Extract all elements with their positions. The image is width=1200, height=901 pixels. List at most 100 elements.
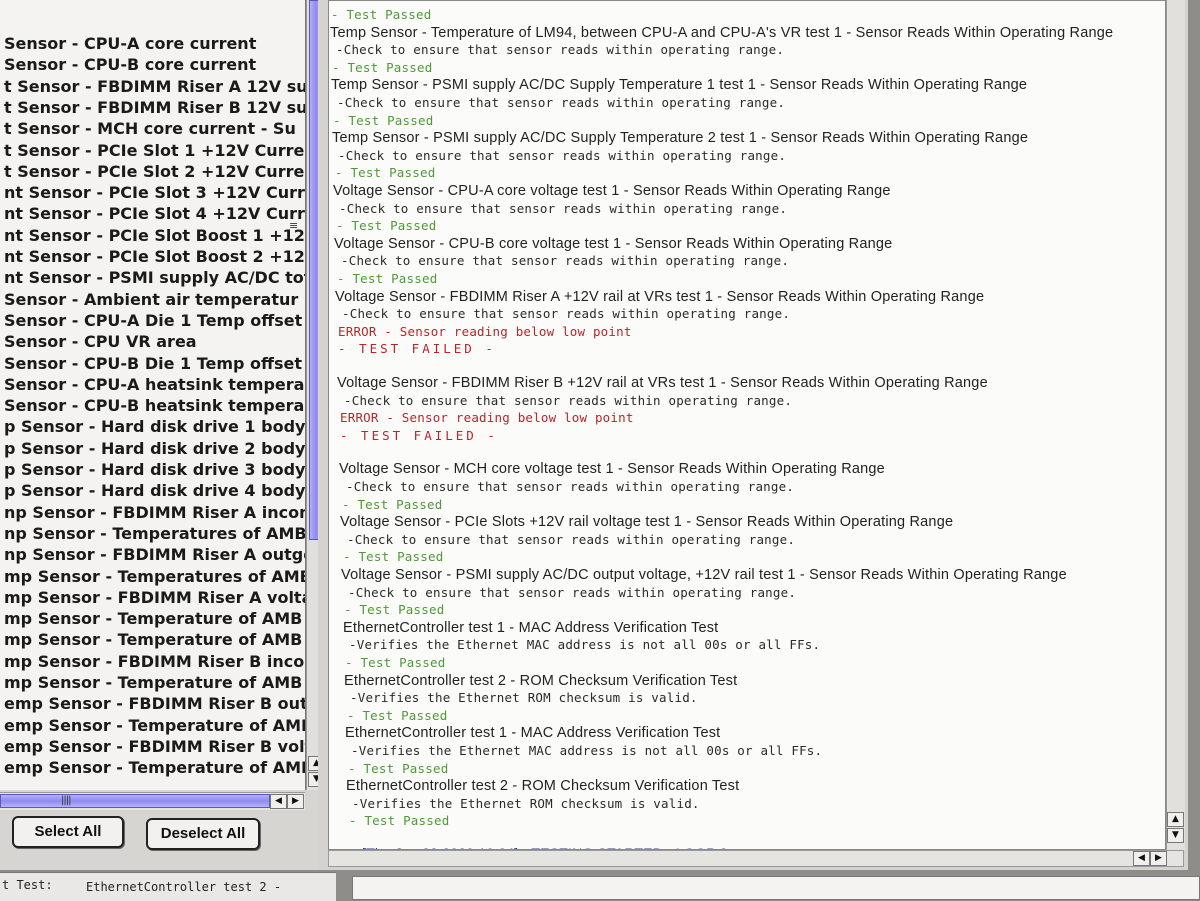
- log-detail-line: -Verifies the Ethernet MAC address is no…: [349, 637, 821, 653]
- log-detail-line: -Check to ensure that sensor reads withi…: [348, 584, 797, 600]
- log-test-heading: Voltage Sensor - CPU-B core voltage test…: [334, 235, 893, 252]
- test-list-hscroll-thumb[interactable]: ||||: [0, 794, 270, 808]
- scroll-right-arrow-icon[interactable]: ▶: [287, 794, 304, 809]
- test-list-item[interactable]: Sensor - Ambient air temperatur: [4, 290, 298, 309]
- test-list-item[interactable]: emp Sensor - FBDIMM Riser B outgoing: [4, 694, 305, 713]
- test-list-item[interactable]: Sensor - CPU-B core current: [4, 55, 256, 74]
- log-detail-line: -Check to ensure that sensor reads withi…: [347, 531, 796, 547]
- log-pass-line: - Test Passed: [337, 271, 438, 286]
- log-pass-line: - Test Passed: [332, 59, 433, 75]
- test-list-item[interactable]: Sensor - CPU-B Die 1 Temp offset: [4, 354, 302, 373]
- log-test-heading: Voltage Sensor - FBDIMM Riser A +12V rai…: [335, 288, 985, 305]
- test-list-item[interactable]: mp Sensor - Temperature of AMB IC o: [4, 673, 305, 692]
- log-pass-line: - Test Passed: [336, 218, 437, 234]
- test-list-item[interactable]: nt Sensor - PSMI supply AC/DC tota: [4, 268, 305, 287]
- log-failed-line: - TEST FAILED -: [340, 427, 498, 443]
- log-detail-line: -Check to ensure that sensor reads withi…: [346, 479, 795, 494]
- log-pass-line: - Test Passed: [344, 602, 445, 618]
- scroll-right-arrow-icon[interactable]: ▶: [1150, 851, 1167, 866]
- log-horizontal-scrollbar[interactable]: ◀ ▶: [328, 850, 1184, 867]
- status-field: [352, 876, 1200, 900]
- scroll-left-arrow-icon[interactable]: ◀: [1133, 851, 1150, 866]
- test-list-item[interactable]: nt Sensor - PCIe Slot 4 +12V Curren: [4, 204, 305, 223]
- current-test-value: EthernetController test 2 -: [86, 880, 282, 894]
- log-test-heading: Voltage Sensor - FBDIMM Riser B +12V rai…: [337, 375, 988, 391]
- log-error-line: ERROR - Sensor reading below low point: [338, 323, 632, 339]
- log-test-heading: Temp Sensor - Temperature of LM94, betwe…: [330, 24, 1114, 41]
- log-pass-line: - Test Passed: [347, 707, 448, 723]
- test-list-item[interactable]: p Sensor - Hard disk drive 3 body te: [4, 460, 305, 479]
- log-detail-line: -Verifies the Ethernet ROM checksum is v…: [352, 795, 700, 811]
- log-pass-line: - Test Passed: [348, 760, 449, 776]
- log-pass-line: - Test Passed: [331, 7, 432, 22]
- log-pass-line: - Test Passed: [345, 655, 446, 670]
- log-failed-line: - TEST FAILED -: [338, 341, 496, 357]
- test-list-item[interactable]: mp Sensor - FBDIMM Riser A voltage r: [4, 588, 305, 607]
- log-pass-line: - Test Passed: [335, 165, 436, 181]
- test-list-item[interactable]: t Sensor - FBDIMM Riser B 12V su: [4, 98, 305, 117]
- log-pass-line: - Test Passed: [342, 496, 443, 512]
- test-list-horizontal-scrollbar[interactable]: |||| ◀ ▶: [0, 792, 305, 810]
- test-list-item[interactable]: Sensor - CPU-B heatsink tempera: [4, 396, 304, 415]
- log-pane: - Test Passed Temp Sensor - Temperature o…: [318, 0, 1188, 870]
- log-pass-line: - Test Passed: [349, 813, 450, 829]
- test-list-item[interactable]: emp Sensor - Temperature of AMB IC o: [4, 758, 305, 777]
- log-vertical-scrollbar[interactable]: ▲ ▼: [1166, 0, 1185, 850]
- test-list-item[interactable]: Sensor - CPU-A Die 1 Temp offset: [4, 311, 302, 330]
- log-detail-line: -Check to ensure that sensor reads withi…: [337, 95, 786, 110]
- log-detail-line: -Verifies the Ethernet ROM checksum is v…: [350, 690, 698, 706]
- log-detail-line: -Check to ensure that sensor reads withi…: [339, 200, 788, 216]
- test-list-item[interactable]: t Sensor - FBDIMM Riser A 12V su: [4, 77, 305, 96]
- scroll-up-arrow-icon[interactable]: ▲: [1167, 812, 1184, 827]
- log-test-heading: EthernetController test 2 - ROM Checksum…: [344, 672, 738, 689]
- test-list-item[interactable]: emp Sensor - Temperature of AMB IC o: [4, 716, 305, 735]
- test-list-item[interactable]: nt Sensor - PCIe Slot 3 +12V Curren: [4, 183, 305, 202]
- status-bar: t Test: EthernetController test 2 -: [0, 872, 336, 901]
- test-list-item[interactable]: p Sensor - Hard disk drive 2 body te: [4, 439, 305, 458]
- log-test-heading: EthernetController test 1 - MAC Address …: [343, 619, 719, 636]
- test-list-item[interactable]: nt Sensor - PCIe Slot Boost 1 +12V: [4, 226, 305, 245]
- test-list-item[interactable]: t Sensor - MCH core current - Su: [4, 119, 296, 138]
- scroll-left-arrow-icon[interactable]: ◀: [270, 794, 287, 809]
- grip-icon: ||||: [61, 795, 72, 806]
- test-list-item[interactable]: p Sensor - Hard disk drive 1 body te: [4, 417, 305, 436]
- test-list-item[interactable]: mp Sensor - Temperature of AMB IC o: [4, 609, 305, 628]
- test-list-item[interactable]: t Sensor - PCIe Slot 2 +12V Curren: [4, 162, 305, 181]
- log-detail-line: -Verifies the Ethernet MAC address is no…: [351, 743, 823, 758]
- test-list-item[interactable]: mp Sensor - Temperatures of AMB IC: [4, 567, 305, 586]
- grip-icon: ≡: [289, 219, 299, 232]
- log-detail-line: -Check to ensure that sensor reads withi…: [336, 42, 785, 58]
- test-list-item[interactable]: np Sensor - FBDIMM Riser A incoming: [4, 503, 305, 522]
- log-test-heading: EthernetController test 2 - ROM Checksum…: [346, 778, 740, 795]
- log-pass-line: - Test Passed: [343, 549, 444, 565]
- test-list-item[interactable]: mp Sensor - FBDIMM Riser B incoming: [4, 652, 305, 671]
- log-test-heading: Temp Sensor - PSMI supply AC/DC Supply T…: [332, 130, 1029, 147]
- test-list-item[interactable]: Sensor - CPU-A core current: [4, 34, 256, 53]
- log-detail-line: -Check to ensure that sensor reads withi…: [341, 253, 790, 269]
- log-error-line: ERROR - Sensor reading below low point: [340, 410, 634, 426]
- test-list-item[interactable]: Sensor - CPU VR area: [4, 332, 197, 351]
- log-detail-line: -Check to ensure that sensor reads withi…: [342, 306, 791, 322]
- test-log-text[interactable]: - Test Passed Temp Sensor - Temperature o…: [328, 0, 1166, 850]
- log-detail-line: -Check to ensure that sensor reads withi…: [338, 147, 787, 163]
- test-list-item[interactable]: emp Sensor - FBDIMM Riser B voltage r: [4, 737, 305, 756]
- log-test-heading: Voltage Sensor - CPU-A core voltage test…: [333, 183, 891, 199]
- scroll-down-arrow-icon[interactable]: ▼: [1167, 828, 1184, 843]
- test-list-item[interactable]: nt Sensor - PCIe Slot Boost 2 +12V: [4, 247, 305, 266]
- test-list[interactable]: Sensor - CPU-A core current Sensor - CPU-…: [0, 0, 306, 790]
- log-detail-line: -Check to ensure that sensor reads withi…: [344, 392, 793, 408]
- log-test-heading: EthernetController test 1 - MAC Address …: [345, 725, 721, 742]
- test-selection-pane: Sensor - CPU-A core current Sensor - CPU-…: [0, 0, 330, 870]
- test-list-item[interactable]: mp Sensor - Temperature of AMB IC o: [4, 630, 305, 649]
- log-test-heading: Voltage Sensor - PCIe Slots +12V rail vo…: [340, 514, 954, 531]
- test-list-item[interactable]: Sensor - CPU-A heatsink tempera: [4, 375, 304, 394]
- select-all-button[interactable]: Select All: [12, 816, 124, 848]
- log-test-heading: Voltage Sensor - MCH core voltage test 1…: [339, 461, 885, 478]
- deselect-all-button[interactable]: Deselect All: [146, 818, 260, 850]
- test-list-item[interactable]: np Sensor - Temperatures of AMB IC: [4, 524, 305, 543]
- log-pass-line: - Test Passed: [333, 112, 434, 128]
- test-list-item[interactable]: np Sensor - FBDIMM Riser A outgoing: [4, 545, 305, 564]
- status-label: t Test:: [2, 878, 53, 892]
- test-list-item[interactable]: p Sensor - Hard disk drive 4 body te: [4, 481, 305, 500]
- test-list-item[interactable]: t Sensor - PCIe Slot 1 +12V Curren: [4, 141, 305, 160]
